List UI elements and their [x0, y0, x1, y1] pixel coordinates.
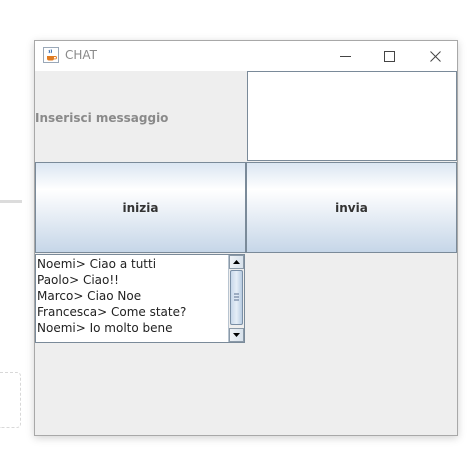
title-bar[interactable]: CHAT [35, 41, 457, 71]
minimize-icon [339, 55, 351, 57]
scroll-thumb[interactable] [230, 270, 243, 325]
window-title: CHAT [65, 48, 98, 62]
close-icon [429, 50, 441, 62]
chat-line: Francesca> Come state? [37, 305, 187, 319]
start-button[interactable]: inizia [35, 162, 246, 253]
message-input[interactable] [247, 71, 457, 161]
background-divider [0, 200, 22, 203]
vertical-scrollbar[interactable] [228, 255, 244, 342]
chat-log[interactable]: Noemi> Ciao a tutti Paolo> Ciao!! Marco>… [35, 254, 245, 343]
java-coffee-icon [43, 47, 59, 63]
arrow-up-icon [233, 260, 240, 264]
scroll-up-button[interactable] [229, 255, 244, 269]
message-label: Inserisci messaggio [35, 111, 169, 125]
maximize-icon [383, 50, 395, 62]
maximize-button[interactable] [367, 41, 411, 71]
minimize-button[interactable] [323, 41, 367, 71]
chat-lines: Noemi> Ciao a tutti Paolo> Ciao!! Marco>… [37, 256, 229, 336]
chat-line: Paolo> Ciao!! [37, 273, 119, 287]
scroll-down-button[interactable] [229, 328, 244, 342]
chat-line: Noemi> Io molto bene [37, 321, 173, 335]
chat-line: Marco> Ciao Noe [37, 289, 142, 303]
background-panel-edge [0, 372, 21, 428]
grip-icon [234, 293, 239, 301]
chat-line: Noemi> Ciao a tutti [37, 257, 157, 271]
arrow-down-icon [233, 333, 240, 337]
chat-window: CHAT Inserisci messaggio inizia invia No… [34, 40, 458, 436]
send-button[interactable]: invia [246, 162, 457, 253]
close-button[interactable] [413, 41, 457, 71]
